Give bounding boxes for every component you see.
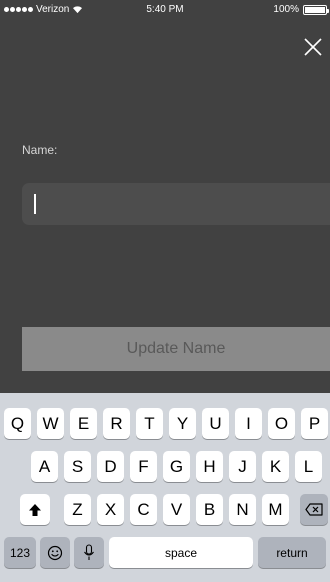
emoji-key[interactable] [40,537,70,568]
key-u[interactable]: U [202,408,229,439]
key-o[interactable]: O [268,408,295,439]
keyboard: Q W E R T Y U I O P A S D F G H J K L Z … [0,393,330,582]
key-z[interactable]: Z [64,494,91,525]
battery-icon [303,4,329,15]
emoji-icon [47,545,63,560]
battery-percent: 100% [273,4,299,15]
return-key[interactable]: return [258,537,326,568]
close-button[interactable] [300,34,326,60]
status-bar: Verizon 5:40 PM 100% [0,0,330,20]
key-r[interactable]: R [103,408,130,439]
key-q[interactable]: Q [4,408,31,439]
shift-icon [29,503,41,516]
microphone-icon [84,544,94,560]
numbers-key[interactable]: 123 [4,537,36,568]
update-name-screen: Verizon 5:40 PM 100% Name: Update Name Q [0,0,330,582]
dictation-key[interactable] [74,537,104,568]
key-a[interactable]: A [31,451,58,482]
text-cursor [34,194,36,214]
key-b[interactable]: B [196,494,223,525]
key-e[interactable]: E [70,408,97,439]
key-w[interactable]: W [37,408,64,439]
update-name-button[interactable]: Update Name [22,327,330,371]
key-j[interactable]: J [229,451,256,482]
key-s[interactable]: S [64,451,91,482]
name-label: Name: [22,143,58,157]
key-n[interactable]: N [229,494,256,525]
key-t[interactable]: T [136,408,163,439]
key-m[interactable]: M [262,494,289,525]
space-key[interactable]: space [109,537,253,568]
key-g[interactable]: G [163,451,190,482]
shift-key[interactable] [20,494,50,525]
key-k[interactable]: K [262,451,289,482]
key-v[interactable]: V [163,494,190,525]
key-d[interactable]: D [97,451,124,482]
key-h[interactable]: H [196,451,223,482]
key-y[interactable]: Y [169,408,196,439]
key-x[interactable]: X [97,494,124,525]
backspace-key[interactable] [300,494,328,525]
backspace-icon [305,503,323,516]
key-p[interactable]: P [301,408,328,439]
key-c[interactable]: C [130,494,157,525]
key-f[interactable]: F [130,451,157,482]
close-icon [304,38,322,56]
name-input[interactable] [22,183,330,225]
key-i[interactable]: I [235,408,262,439]
key-l[interactable]: L [295,451,322,482]
battery-status: 100% [273,4,329,15]
